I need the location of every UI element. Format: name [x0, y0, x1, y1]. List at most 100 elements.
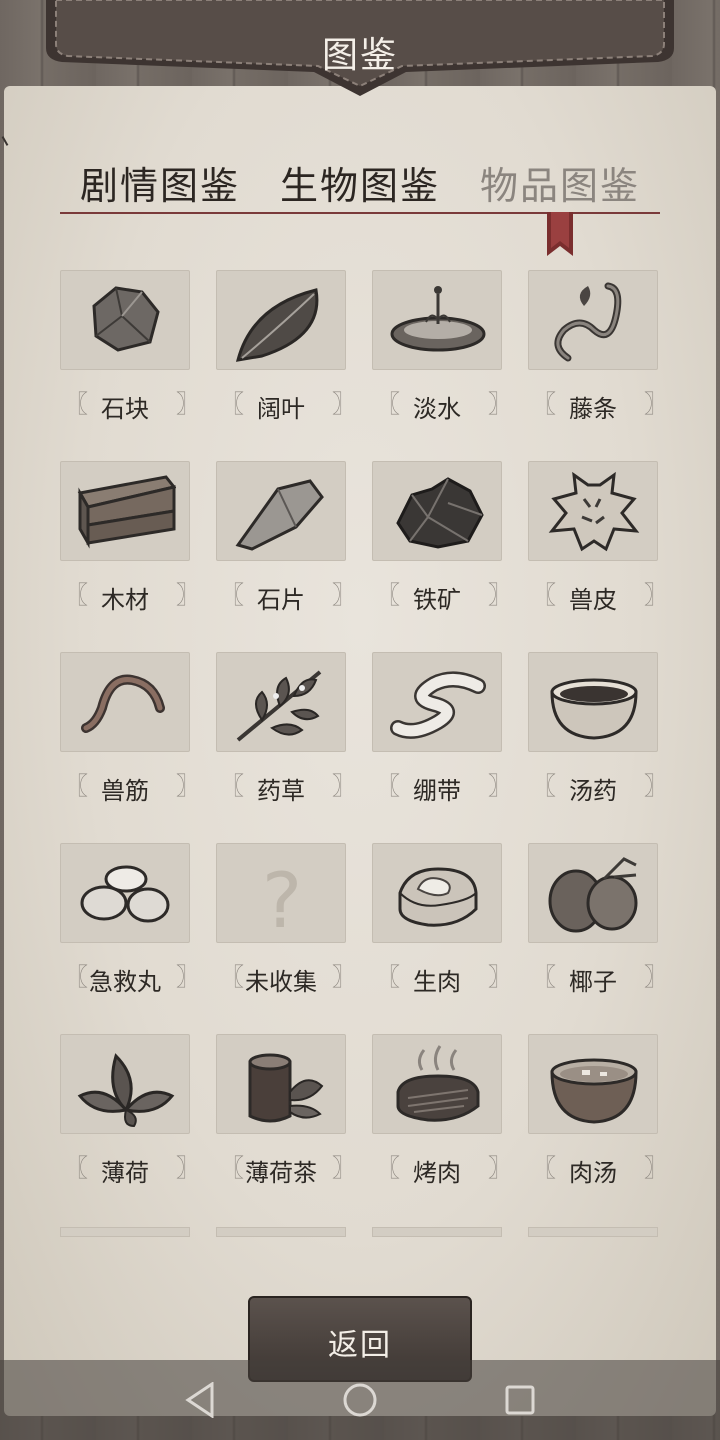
item-label-row: 〖 淡水 〗 — [372, 387, 512, 423]
item-card[interactable]: 〖 木材 〗 — [60, 461, 200, 621]
bracket-right-icon: 〗 — [332, 390, 356, 418]
water-icon — [390, 286, 486, 352]
bracket-right-icon: 〗 — [332, 772, 356, 800]
item-icon-box — [528, 652, 658, 752]
animal-hide-icon — [548, 471, 640, 552]
item-icon-box — [216, 1034, 346, 1134]
raw-meat-icon — [398, 867, 478, 927]
item-icon-box — [372, 270, 502, 370]
tab-story[interactable]: 剧情图鉴 — [60, 155, 260, 210]
active-tab-marker-icon — [547, 212, 573, 256]
item-card[interactable]: 〖 生肉 〗 — [372, 843, 512, 1003]
item-label: 兽皮 — [569, 586, 617, 614]
item-label: 铁矿 — [413, 586, 461, 614]
item-label-row: 〖 肉汤 〗 — [528, 1151, 660, 1187]
item-icon-box — [60, 843, 190, 943]
item-label-row: 〖 椰子 〗 — [528, 960, 660, 996]
bracket-right-icon: 〗 — [332, 1154, 356, 1182]
item-card[interactable]: 〖 铁矿 〗 — [372, 461, 512, 621]
herb-icon — [236, 670, 322, 742]
stone-icon — [92, 286, 160, 352]
bracket-right-icon: 〗 — [644, 962, 660, 992]
item-icon-box — [528, 1034, 658, 1134]
item-card[interactable]: 〖 阔叶 〗 — [216, 270, 356, 430]
item-card[interactable]: 〖 椰子 〗 — [528, 843, 660, 1003]
bracket-right-icon: 〗 — [488, 390, 512, 418]
vine-icon — [554, 282, 622, 362]
item-card[interactable]: 〖 石片 〗 — [216, 461, 356, 621]
tab-bar: 剧情图鉴 生物图鉴 物品图鉴 — [60, 155, 660, 215]
mint-tea-icon — [248, 1053, 324, 1123]
item-card[interactable]: 〖 肉汤 〗 — [528, 1034, 660, 1194]
item-label-row: 〖 急救丸 〗 — [60, 960, 200, 996]
item-card[interactable]: 〖 药草 〗 — [216, 652, 356, 812]
item-card[interactable]: 〖 薄荷茶 〗 — [216, 1034, 356, 1194]
item-icon-box — [60, 461, 190, 561]
item-label: 药草 — [257, 777, 305, 805]
item-label: 汤药 — [569, 777, 617, 805]
item-card[interactable]: 〖 兽筋 〗 — [60, 652, 200, 812]
item-label-row: 〖 绷带 〗 — [372, 769, 512, 805]
roast-meat-icon — [396, 1045, 480, 1122]
item-label: 肉汤 — [569, 1159, 617, 1187]
item-icon-box: ? — [216, 843, 346, 943]
item-icon-box — [216, 461, 346, 561]
item-label-row: 〖 阔叶 〗 — [216, 387, 356, 423]
nav-home-icon[interactable] — [342, 1382, 378, 1418]
item-card[interactable]: 〖 兽皮 〗 — [528, 461, 660, 621]
item-label: 木材 — [101, 586, 149, 614]
item-card[interactable]: 〖 淡水 〗 — [372, 270, 512, 430]
item-card-partial[interactable] — [60, 1227, 190, 1237]
bracket-right-icon: 〗 — [332, 581, 356, 609]
bracket-right-icon: 〗 — [644, 1153, 660, 1183]
iron-ore-icon — [396, 477, 484, 549]
item-card[interactable]: 〖 藤条 〗 — [528, 270, 660, 430]
nav-back-icon[interactable] — [184, 1382, 216, 1418]
pills-icon — [80, 865, 170, 923]
tab-creatures[interactable]: 生物图鉴 — [260, 155, 460, 210]
item-label-row: 〖 药草 〗 — [216, 769, 356, 805]
item-label-row: 〖 石片 〗 — [216, 578, 356, 614]
item-label-row: 〖 兽皮 〗 — [528, 578, 660, 614]
item-card[interactable]: 〖 薄荷 〗 — [60, 1034, 200, 1194]
wood-planks-icon — [77, 475, 176, 549]
item-icon-box — [60, 652, 190, 752]
leaf-icon — [235, 288, 319, 362]
item-label: 未收集 — [245, 968, 317, 996]
nav-recent-icon[interactable] — [504, 1382, 536, 1418]
stone-flake-icon — [235, 479, 324, 551]
item-icon-box — [372, 843, 502, 943]
bandage-icon — [390, 671, 486, 739]
item-label-row: 〖 薄荷 〗 — [60, 1151, 200, 1187]
item-label-row: 〖 烤肉 〗 — [372, 1151, 512, 1187]
item-icon-box — [216, 652, 346, 752]
item-card[interactable]: 〖 烤肉 〗 — [372, 1034, 512, 1194]
item-label: 淡水 — [413, 395, 461, 423]
item-card[interactable]: 〖 石块 〗 — [60, 270, 200, 430]
question-mark-icon: ? — [262, 856, 302, 939]
item-label-row: 〖 未收集 〗 — [216, 960, 356, 996]
bracket-right-icon: 〗 — [488, 772, 512, 800]
item-label-row: 〖 木材 〗 — [60, 578, 200, 614]
item-label: 藤条 — [569, 395, 617, 423]
item-card[interactable]: 〖 绷带 〗 — [372, 652, 512, 812]
item-card-partial[interactable] — [528, 1227, 658, 1237]
item-label: 薄荷 — [101, 1159, 149, 1187]
item-label: 石块 — [101, 395, 149, 423]
item-label: 兽筋 — [101, 777, 149, 805]
item-card-partial[interactable] — [216, 1227, 346, 1237]
svg-text:?: ? — [262, 856, 302, 939]
item-card[interactable]: 〖 汤药 〗 — [528, 652, 660, 812]
item-label: 急救丸 — [89, 968, 161, 996]
sinew-icon — [81, 674, 165, 733]
item-icon-box — [372, 461, 502, 561]
item-icon-box — [60, 270, 190, 370]
item-card[interactable]: ? 〖 未收集 〗 — [216, 843, 356, 1003]
item-card-partial[interactable] — [372, 1227, 502, 1237]
bracket-right-icon: 〗 — [488, 581, 512, 609]
item-label-row: 〖 汤药 〗 — [528, 769, 660, 805]
item-card[interactable]: 〖 急救丸 〗 — [60, 843, 200, 1003]
mint-icon — [77, 1053, 175, 1128]
tab-items[interactable]: 物品图鉴 — [460, 155, 660, 210]
meat-soup-icon — [550, 1058, 638, 1124]
